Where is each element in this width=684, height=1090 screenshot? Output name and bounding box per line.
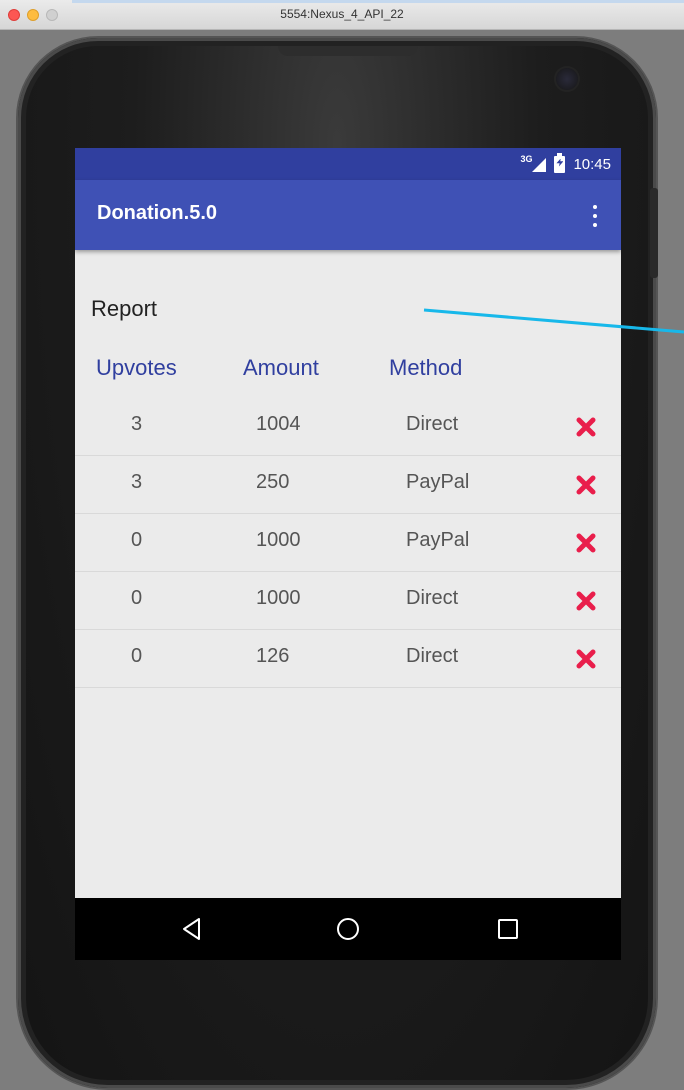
method-value: Direct <box>406 413 459 435</box>
delete-x-icon[interactable] <box>575 474 597 496</box>
report-title: Report <box>91 296 158 321</box>
window-title: 5554:Nexus_4_API_22 <box>280 7 404 21</box>
method-value: PayPal <box>406 471 470 493</box>
battery-charging-icon <box>554 152 566 173</box>
list-item[interactable]: 3 250 PayPal <box>75 456 621 514</box>
signal-3g-icon: 3G <box>520 154 547 174</box>
header-amount: Amount <box>243 355 319 380</box>
speaker-grille <box>278 46 418 56</box>
amount-value: 1000 <box>256 529 301 551</box>
amount-value: 250 <box>256 471 290 493</box>
delete-x-icon[interactable] <box>575 648 597 670</box>
status-bar: 3G 10:45 <box>75 148 621 180</box>
delete-x-icon[interactable] <box>575 416 597 438</box>
upvotes-value: 0 <box>131 529 143 551</box>
method-value: PayPal <box>406 529 470 551</box>
network-type-label: 3G <box>520 154 533 164</box>
upvotes-value: 3 <box>131 471 143 493</box>
header-method: Method <box>389 355 463 380</box>
signal-strength-icon <box>532 158 547 172</box>
status-time: 10:45 <box>573 155 611 173</box>
back-icon[interactable] <box>179 916 205 942</box>
list-item[interactable]: 0 1000 PayPal <box>75 514 621 572</box>
app-title: Donation.5.0 <box>97 202 218 224</box>
list-item[interactable]: 0 1000 Direct <box>75 572 621 630</box>
amount-value: 1004 <box>256 413 301 435</box>
home-icon[interactable] <box>335 916 361 942</box>
method-value: Direct <box>406 587 459 609</box>
amount-value: 1000 <box>256 587 301 609</box>
report-column-headers: Upvotes Amount Method <box>75 355 621 385</box>
amount-value: 126 <box>256 645 290 667</box>
overflow-menu-icon[interactable] <box>587 202 603 230</box>
status-icons: 3G 10:45 <box>520 152 611 175</box>
upvotes-value: 0 <box>131 645 143 667</box>
method-value: Direct <box>406 645 459 667</box>
list-item[interactable]: 3 1004 Direct <box>75 398 621 456</box>
upvotes-value: 3 <box>131 413 143 435</box>
front-camera <box>556 68 578 90</box>
device-screen: 3G 10:45 Donation.5.0 Report Upvotes Amo… <box>75 148 621 960</box>
recents-icon[interactable] <box>495 916 521 942</box>
app-bar: Donation.5.0 <box>75 180 621 250</box>
header-upvotes: Upvotes <box>96 355 177 380</box>
list-item[interactable]: 0 126 Direct <box>75 630 621 688</box>
upvotes-value: 0 <box>131 587 143 609</box>
window-titlebar: 5554:Nexus_4_API_22 <box>0 0 684 30</box>
power-button[interactable] <box>650 188 658 278</box>
navigation-bar <box>75 898 621 960</box>
delete-x-icon[interactable] <box>575 590 597 612</box>
delete-x-icon[interactable] <box>575 532 597 554</box>
report-list: 3 1004 Direct 3 250 PayPal 0 1000 PayPal… <box>75 398 621 688</box>
titlebar-accent <box>72 0 684 3</box>
